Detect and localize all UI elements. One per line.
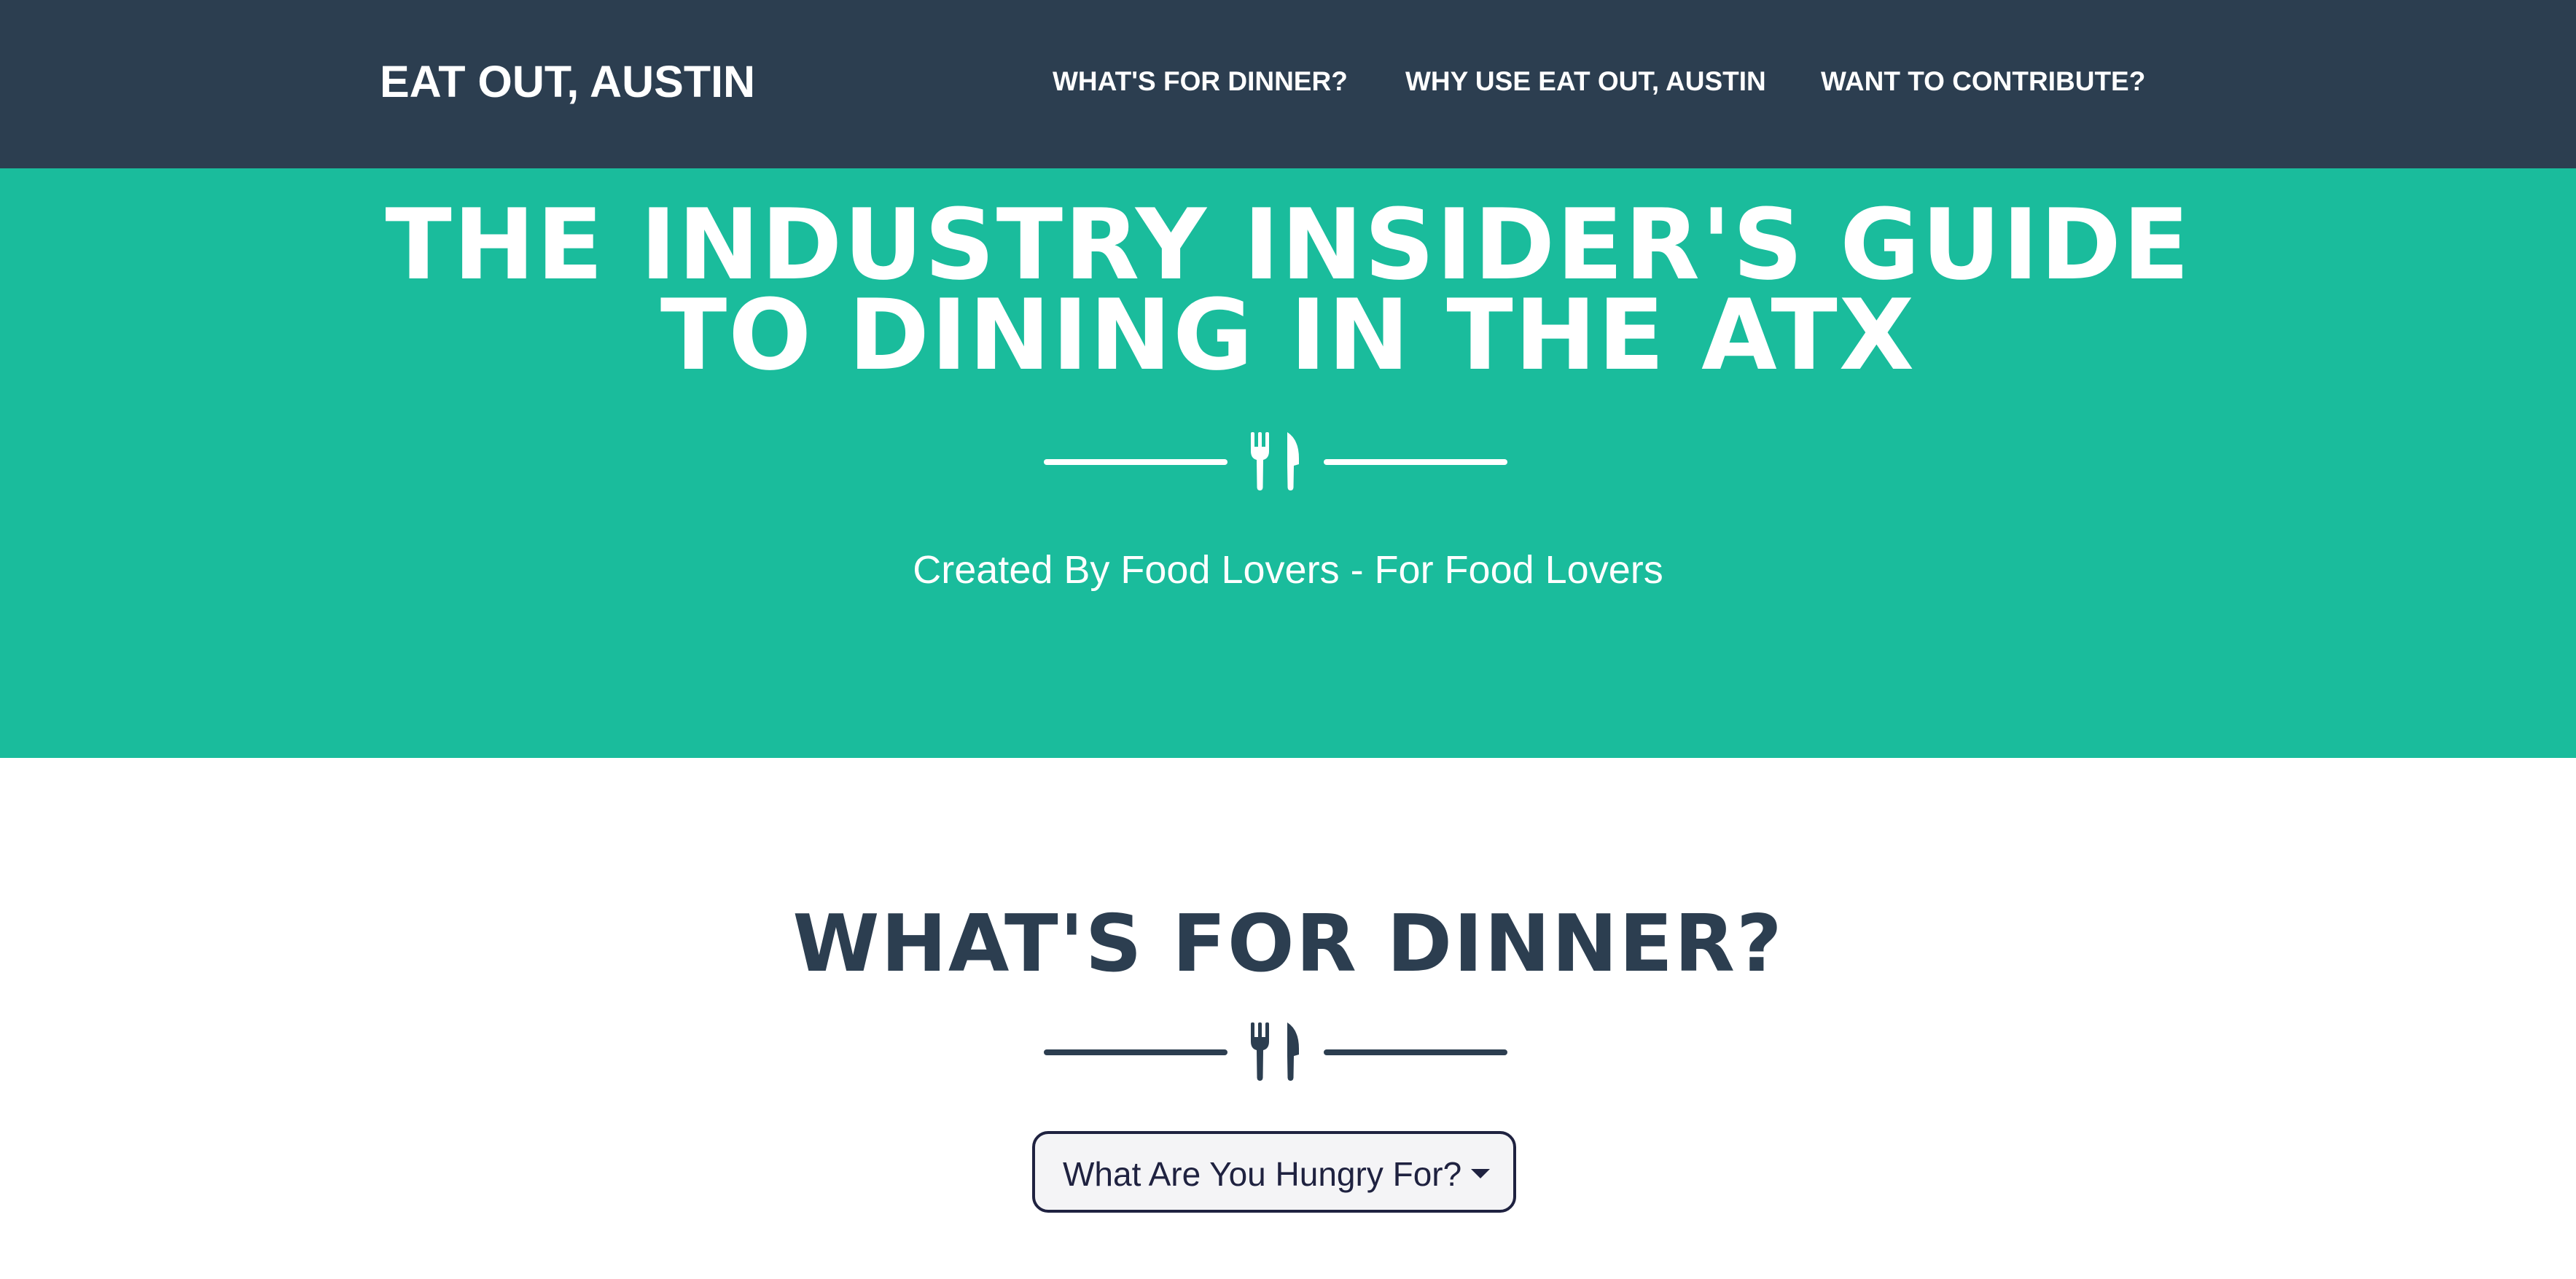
hero-title: THE INDUSTRY INSIDER'S GUIDE TO DINING I…: [195, 196, 2381, 384]
divider-line-left: [1044, 459, 1227, 465]
cuisine-dropdown-button[interactable]: What Are You Hungry For?: [1032, 1131, 1516, 1213]
divider-line-left: [1044, 1049, 1227, 1055]
brand-logo-link[interactable]: EAT OUT, AUSTIN: [380, 55, 755, 108]
navbar: EAT OUT, AUSTIN WHAT'S FOR DINNER? WHY U…: [0, 0, 2576, 168]
dinner-divider: [1044, 1022, 1507, 1081]
cuisine-dropdown-label: What Are You Hungry For?: [1063, 1155, 1462, 1193]
caret-down-icon: [1471, 1169, 1490, 1178]
divider-line-right: [1324, 1049, 1507, 1055]
hero-subtitle: Created By Food Lovers - For Food Lovers: [913, 548, 1663, 592]
nav-link-want-to-contribute[interactable]: WANT TO CONTRIBUTE?: [1821, 66, 2145, 98]
utensils-icon: [1251, 432, 1299, 490]
nav-link-why-use[interactable]: WHY USE EAT OUT, AUSTIN: [1405, 66, 1766, 98]
utensils-icon: [1251, 1022, 1299, 1081]
nav-link-whats-for-dinner[interactable]: WHAT'S FOR DINNER?: [1053, 66, 1348, 98]
divider-line-right: [1324, 459, 1507, 465]
hero-section: THE INDUSTRY INSIDER'S GUIDE TO DINING I…: [0, 168, 2576, 758]
hero-divider: [1044, 432, 1507, 490]
dinner-section-heading: WHAT'S FOR DINNER?: [792, 899, 1784, 990]
hero-title-line-2: TO DINING IN THE ATX: [660, 278, 1916, 392]
